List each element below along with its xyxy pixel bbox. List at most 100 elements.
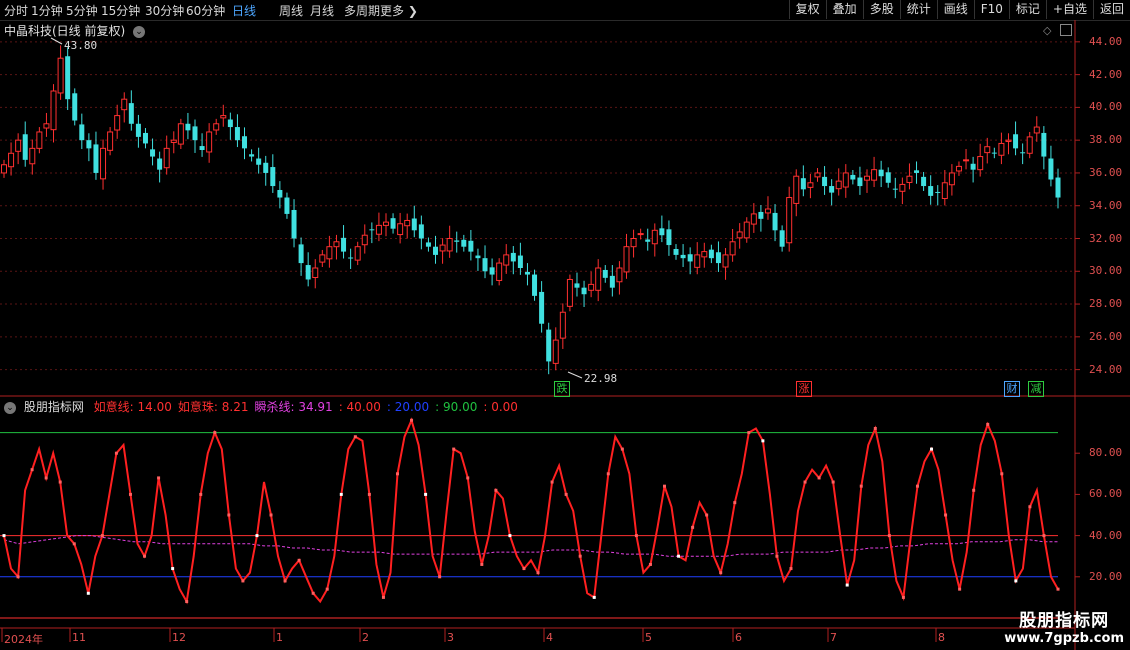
ruyi-point: [831, 480, 835, 484]
ruyi-point: [2, 534, 6, 538]
candle-body: [93, 144, 99, 173]
candle-body: [270, 167, 276, 187]
event-badge[interactable]: 跌: [554, 381, 570, 397]
candle-body: [779, 230, 785, 247]
ruyi-point: [213, 431, 217, 435]
candle-body: [517, 255, 523, 268]
candle-body: [552, 339, 559, 364]
candle-body: [157, 158, 163, 170]
ruyi-point: [269, 513, 273, 517]
candle-body: [630, 238, 637, 248]
date-label: 11: [72, 631, 86, 644]
indicator-legend-item: : 0.00: [483, 400, 518, 414]
date-label: 8: [938, 631, 945, 644]
ruyi-point: [550, 480, 554, 484]
ruyi-point: [199, 492, 203, 496]
indicator-tick-label: 60.00: [1089, 487, 1123, 501]
date-label: 12: [172, 631, 186, 644]
ruyi-point: [30, 468, 34, 472]
candle-body: [602, 269, 608, 278]
candle-body: [312, 267, 319, 279]
date-label: 7: [830, 631, 837, 644]
ruyi-point: [958, 587, 962, 591]
ruyi-point: [410, 418, 414, 422]
candle-body: [715, 252, 721, 264]
candle-body: [559, 311, 566, 339]
candle-body: [673, 248, 679, 255]
ruyi-point: [100, 534, 104, 538]
event-badge[interactable]: 涨: [796, 381, 812, 397]
ruyi-point: [705, 513, 709, 517]
date-label: 3: [447, 631, 454, 644]
indicator-legend-item: 如意珠: 8.21: [177, 400, 249, 414]
ruyi-point: [171, 567, 175, 571]
candle-body: [319, 254, 326, 263]
candle-body: [800, 178, 806, 190]
candle-body: [418, 224, 424, 239]
indicator-name: 股朋指标网: [23, 400, 84, 414]
ruyi-point: [1028, 505, 1032, 509]
candle-body: [701, 251, 708, 258]
ruyi-point: [648, 562, 652, 566]
candle-body: [15, 139, 22, 152]
price-tick-label: 32.00: [1089, 231, 1123, 245]
event-badge[interactable]: 财: [1004, 381, 1020, 397]
ruyi-point: [114, 451, 118, 455]
date-label: 2024年: [4, 633, 43, 646]
ruyi-line: [3, 417, 1059, 605]
candle-body: [249, 154, 255, 157]
high-marker: [50, 37, 63, 45]
candle-body: [256, 158, 262, 165]
event-badge[interactable]: 减: [1028, 381, 1044, 397]
ruyi-point: [930, 447, 934, 451]
ruyi-point: [241, 579, 245, 583]
price-tick-label: 26.00: [1089, 329, 1123, 343]
ruyi-point: [620, 447, 624, 451]
candle-body: [885, 172, 891, 183]
ruyi-point: [128, 492, 132, 496]
candle-body: [566, 278, 573, 307]
candle-body: [814, 172, 821, 178]
ruyi-point: [522, 567, 526, 571]
candle-body: [361, 234, 368, 246]
ruyi-point: [901, 595, 905, 599]
ruyi-point: [845, 583, 849, 587]
ruyi-point: [311, 591, 315, 595]
candle-body: [177, 123, 184, 145]
ruyi-point: [255, 534, 259, 538]
candle-body: [510, 252, 516, 262]
candle-body: [369, 229, 375, 231]
ruyi-point: [466, 476, 470, 480]
ruyi-point: [353, 435, 357, 439]
date-label: 5: [645, 631, 652, 644]
ruyi-point: [367, 492, 371, 496]
ruyi-point: [915, 484, 919, 488]
candle-body: [1020, 152, 1026, 154]
candle-body: [107, 131, 114, 151]
watermark-title: 股朋指标网: [1019, 611, 1110, 631]
ruyi-point: [1000, 472, 1004, 476]
candle-body: [43, 123, 50, 129]
candle-body: [489, 267, 495, 275]
candle-body: [227, 119, 233, 128]
candle-body: [220, 115, 227, 119]
candle-body: [892, 188, 898, 190]
candle-body: [687, 254, 693, 262]
candle-body: [842, 172, 849, 188]
chevron-down-icon[interactable]: ⌄: [4, 401, 16, 414]
ruyi-point: [494, 488, 498, 492]
price-tick-label: 36.00: [1089, 165, 1123, 179]
candle-body: [234, 127, 240, 141]
candle-body: [906, 175, 913, 183]
candle-body: [871, 169, 878, 181]
candle-body: [170, 139, 177, 143]
ruyi-point: [775, 554, 779, 558]
candle-body: [694, 254, 701, 268]
candle-body: [722, 254, 729, 268]
ruyi-point: [789, 567, 793, 571]
candle-body: [637, 233, 644, 236]
ruyi-point: [438, 575, 442, 579]
candle-body: [65, 56, 71, 100]
candle-body: [935, 191, 941, 193]
candle-body: [142, 132, 148, 144]
